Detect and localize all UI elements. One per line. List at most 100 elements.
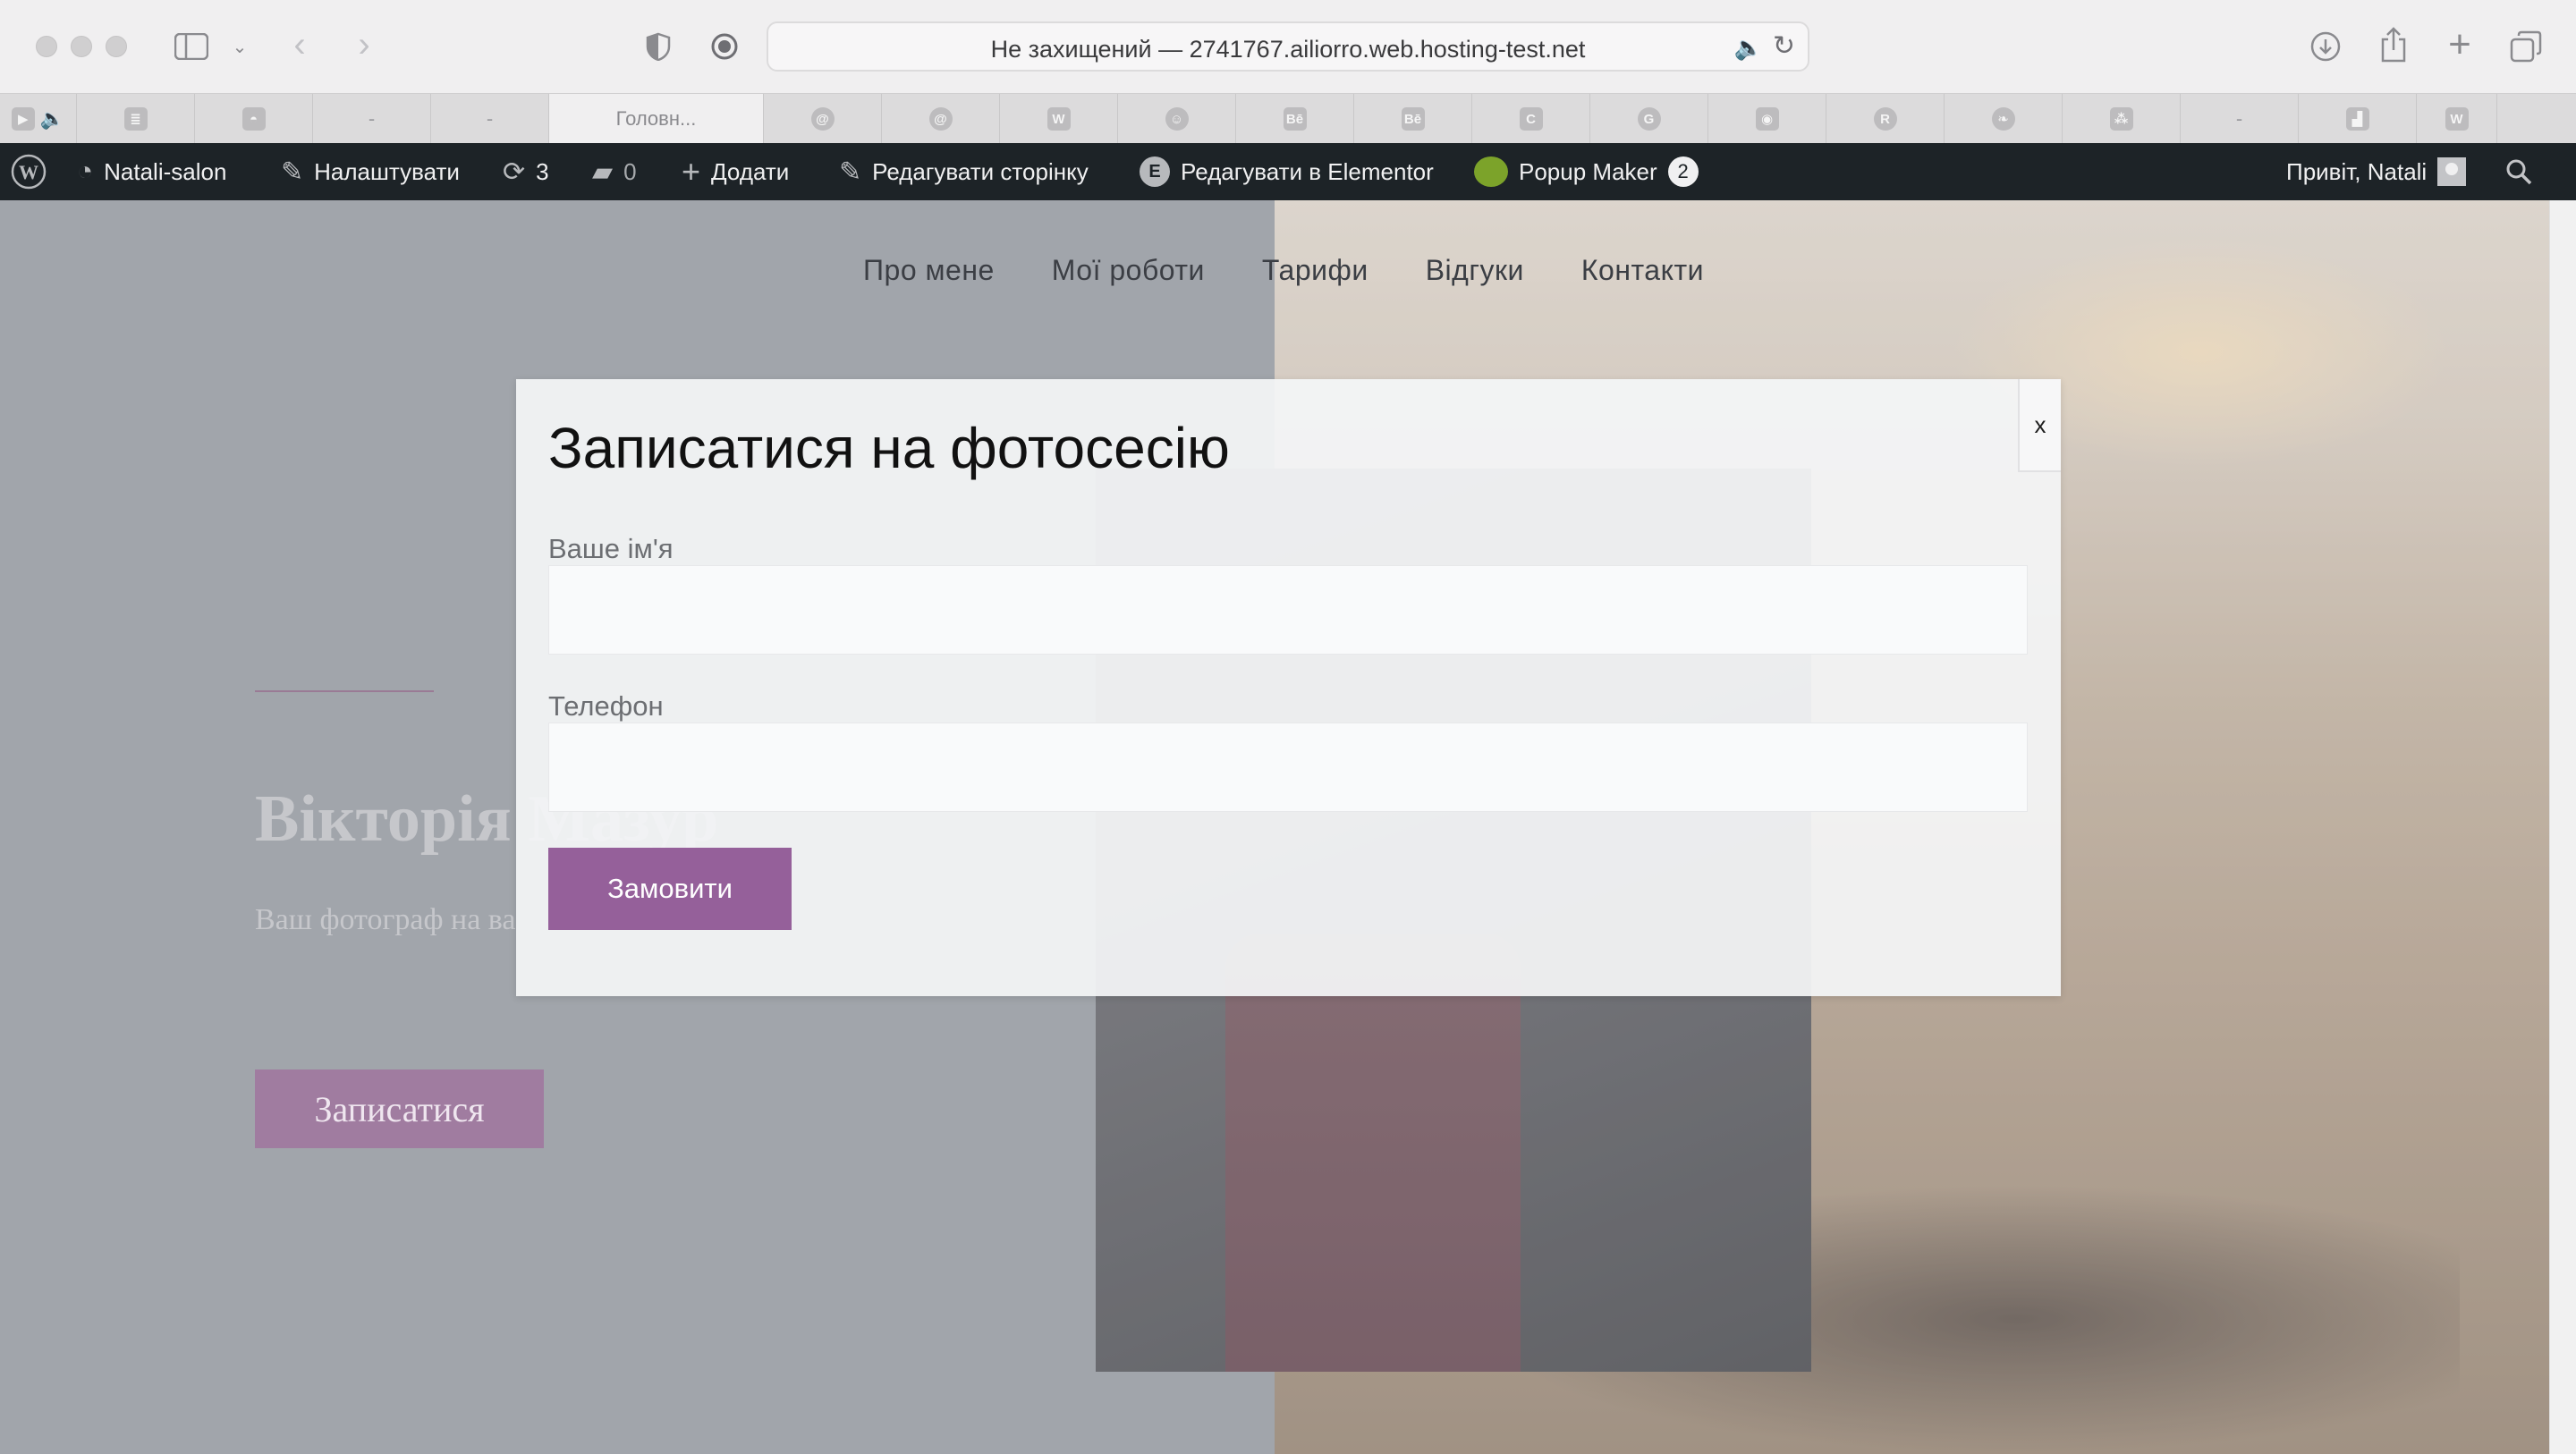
svg-text:W: W <box>19 161 38 183</box>
hero-subtitle: Ваш фотограф на ва <box>255 903 516 936</box>
nav-item[interactable]: Тарифи <box>1262 254 1368 287</box>
nav-item[interactable]: Контакти <box>1581 254 1704 287</box>
browser-tab[interactable]: @ <box>882 94 1000 144</box>
share-icon[interactable] <box>2376 25 2411 64</box>
spiral-icon: @ <box>928 107 953 131</box>
adminbar-site[interactable]: ◔ Natali-salon <box>77 143 226 200</box>
pencil-icon: ✎ <box>839 156 862 187</box>
tab-bar: ▶ 🔈 ≣ ◓ - - Головн... @ @ W ☺ Bē Bē C G ◉ R ❧ ⁂ - ▟ W <box>0 93 2576 144</box>
browser-tab[interactable]: Головн... <box>549 94 764 144</box>
browser-tab[interactable]: ▶ 🔈 <box>0 94 77 144</box>
chevron-down-icon[interactable]: ⌄ <box>229 34 250 59</box>
adminbar-customize[interactable]: ✎ Налаштувати <box>281 143 460 200</box>
back-icon[interactable]: ‹ <box>286 25 313 64</box>
adminbar-edit-page[interactable]: ✎ Редагувати сторінку <box>839 143 1089 200</box>
browser-tab[interactable]: C <box>1472 94 1590 144</box>
tab-audio-icon[interactable]: 🔈 <box>40 107 64 131</box>
browser-tab[interactable]: ◉ <box>1708 94 1826 144</box>
updates-icon: ⟳ <box>503 156 526 187</box>
tab-overview-icon[interactable] <box>2508 29 2544 64</box>
speaker-icon[interactable]: 🔈 <box>1734 34 1763 62</box>
edit-elementor-label: Редагувати в Elementor <box>1181 157 1434 185</box>
sidebar-toggle-icon[interactable] <box>174 30 209 63</box>
blank-tab-icon: - <box>2235 107 2243 130</box>
adminbar-account[interactable]: Привіт, Natali <box>2286 143 2467 200</box>
updates-count: 3 <box>536 157 549 185</box>
popup-close-button[interactable]: x <box>2018 379 2061 472</box>
downloads-icon[interactable] <box>2308 29 2343 64</box>
edit-page-label: Редагувати сторінку <box>872 157 1089 185</box>
phone-field-label: Телефон <box>548 690 664 722</box>
blank-tab-icon: - <box>368 107 376 130</box>
browser-tab[interactable]: ❧ <box>1945 94 2063 144</box>
elementor-icon: E <box>1140 156 1170 187</box>
browser-tab[interactable]: - <box>2181 94 2299 144</box>
comment-icon: ▰ <box>592 156 614 187</box>
forward-icon[interactable]: › <box>351 25 377 64</box>
browser-tab[interactable]: ◓ <box>195 94 313 144</box>
page-scrollbar[interactable] <box>2549 200 2576 1454</box>
browser-tab[interactable]: Bē <box>1354 94 1472 144</box>
extension-icon[interactable] <box>708 30 741 63</box>
adminbar-comments[interactable]: ▰ 0 <box>592 143 637 200</box>
browser-tab[interactable]: W <box>1000 94 1118 144</box>
new-tab-icon[interactable]: + <box>2442 22 2478 66</box>
brush-icon: ✎ <box>281 156 304 187</box>
web-page: Про мене Мої роботи Тарифи Відгуки Контакти … <box>0 200 2549 1454</box>
address-bar[interactable]: Не захищений — 2741767.ailiorro.web.host… <box>767 21 1809 72</box>
r-icon: R <box>1873 107 1897 131</box>
face-icon: ☺ <box>1165 107 1189 131</box>
customize-label: Налаштувати <box>314 157 460 185</box>
browser-tab[interactable]: ☺ <box>1118 94 1236 144</box>
tab-label: Головн... <box>615 107 697 130</box>
comments-count: 0 <box>623 157 637 185</box>
browser-tab[interactable]: ≣ <box>77 94 195 144</box>
reload-icon[interactable]: ↻ <box>1773 30 1795 62</box>
zoom-window-button[interactable] <box>106 36 127 57</box>
close-window-button[interactable] <box>36 36 57 57</box>
browser-tab[interactable]: @ <box>764 94 882 144</box>
wordpress-logo-icon[interactable]: W <box>11 143 47 200</box>
order-submit-button[interactable]: Замовити <box>548 848 792 930</box>
minimize-window-button[interactable] <box>71 36 92 57</box>
greeting-label: Привіт, Natali <box>2286 157 2428 185</box>
c-icon: C <box>1519 107 1543 131</box>
browser-tab[interactable]: - <box>313 94 431 144</box>
nav-item[interactable]: Про мене <box>863 254 995 287</box>
browser-tab[interactable]: R <box>1826 94 1945 144</box>
nav-item[interactable]: Мої роботи <box>1052 254 1205 287</box>
adminbar-popup-maker[interactable]: Popup Maker 2 <box>1474 143 1699 200</box>
popup-maker-icon <box>1474 156 1508 187</box>
hero-divider <box>255 690 434 692</box>
adminbar-edit-elementor[interactable]: E Редагувати в Elementor <box>1140 143 1434 200</box>
url-text: Не захищений — 2741767.ailiorro.web.host… <box>990 36 1586 63</box>
hero-signup-button[interactable]: Записатися <box>255 1069 544 1148</box>
browser-tab[interactable]: Bē <box>1236 94 1354 144</box>
behance-icon: Bē <box>1283 107 1307 131</box>
browser-tab[interactable]: G <box>1590 94 1708 144</box>
popup-maker-label: Popup Maker <box>1519 157 1657 185</box>
youtube-icon: ▶ <box>11 107 35 131</box>
adminbar-updates[interactable]: ⟳ 3 <box>503 143 549 200</box>
adminbar-new[interactable]: + Додати <box>682 143 789 200</box>
behance-icon: Bē <box>1401 107 1425 131</box>
phone-field[interactable] <box>548 723 2028 812</box>
popup-title: Записатися на фотосесію <box>548 416 1230 480</box>
name-field[interactable] <box>548 565 2028 655</box>
unsplash-icon: ▟ <box>2345 107 2369 131</box>
browser-toolbar: ⌄ ‹ › Не захищений — 2741767.ailiorro.we… <box>0 0 2576 93</box>
nav-item[interactable]: Відгуки <box>1426 254 1524 287</box>
dots-icon: ⁂ <box>2109 107 2133 131</box>
blank-tab-icon: - <box>486 107 494 130</box>
name-field-label: Ваше ім'я <box>548 533 674 564</box>
browser-tab[interactable]: W <box>2417 94 2497 144</box>
privacy-shield-icon[interactable] <box>642 30 674 63</box>
popup-maker-badge: 2 <box>1667 156 1699 187</box>
signup-popup: x Записатися на фотосесію Ваше ім'я Теле… <box>516 379 2061 996</box>
browser-tab[interactable]: - <box>431 94 549 144</box>
search-icon[interactable] <box>2504 143 2533 200</box>
wp-admin-bar: W ◔ Natali-salon ✎ Налаштувати ⟳ 3 ▰ 0 +… <box>0 143 2576 200</box>
browser-tab[interactable]: ⁂ <box>2063 94 2181 144</box>
w-icon: W <box>2445 107 2469 131</box>
browser-tab[interactable]: ▟ <box>2299 94 2417 144</box>
